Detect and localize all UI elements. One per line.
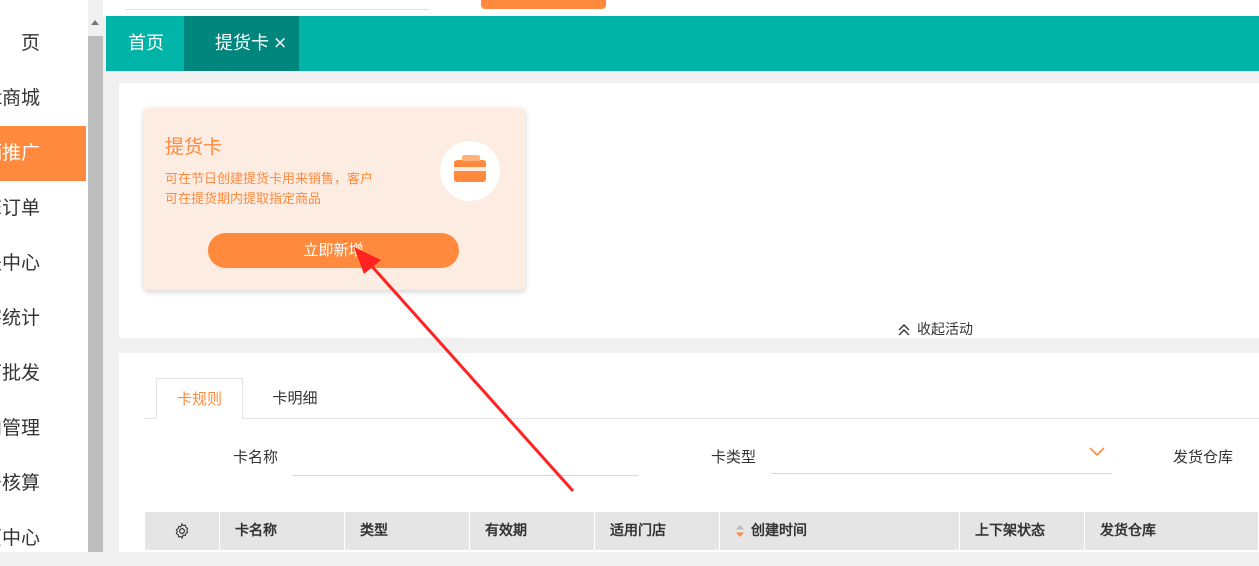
sidebar-item-label: 害统计: [0, 307, 40, 329]
sub-tabs: 卡规则 卡明细: [145, 378, 1259, 419]
activity-panel: 提货卡 可在节日创建提货卡用来销售，客户 可在提货期内提取指定商品 立即新增 收…: [119, 83, 1259, 338]
add-now-button[interactable]: 立即新增: [208, 233, 459, 268]
gear-icon[interactable]: [173, 522, 191, 540]
sidebar-item-stats[interactable]: 害统计: [0, 291, 86, 346]
sidebar-item-label: 号核算: [0, 472, 40, 494]
card-title: 提货卡: [165, 136, 223, 158]
column-settings[interactable]: [145, 512, 220, 550]
sidebar-item-label: 页中心: [0, 527, 40, 549]
sidebar-item-label: 向管理: [0, 417, 40, 439]
sidebar-scrollbar[interactable]: [88, 16, 103, 552]
chevron-down-icon[interactable]: [1089, 447, 1105, 457]
scroll-up-arrow-icon[interactable]: [91, 20, 99, 25]
sidebar-item-center2[interactable]: 页中心: [0, 511, 86, 566]
pickup-card-activity: 提货卡 可在节日创建提货卡用来销售，客户 可在提货期内提取指定商品 立即新增: [144, 108, 525, 290]
column-stores[interactable]: 适用门店: [595, 512, 720, 550]
column-type[interactable]: 类型: [345, 512, 470, 550]
card-name-input[interactable]: [293, 433, 638, 476]
sidebar-item-center[interactable]: 是中心: [0, 236, 86, 291]
scroll-thumb[interactable]: [88, 36, 103, 552]
sidebar-item-management[interactable]: 向管理: [0, 401, 86, 456]
card-description-line: 可在节日创建提货卡用来销售，客户: [165, 172, 374, 187]
sidebar-item-label: 是中心: [0, 252, 40, 274]
sidebar-item-label: E订单: [0, 197, 40, 219]
sidebar-item-label: t商城: [0, 87, 40, 109]
double-chevron-up-icon: [898, 324, 910, 336]
sidebar-item-label: 页: [20, 32, 40, 54]
tab-home[interactable]: 首页: [128, 16, 164, 71]
sidebar-top: [0, 0, 88, 16]
collapse-label: 收起活动: [917, 322, 973, 338]
tab-pickup-card[interactable]: 提货卡 ×: [184, 16, 299, 71]
card-icon: [440, 141, 500, 201]
tab-bar: 首页 提货卡 ×: [106, 16, 1259, 71]
top-header: [103, 0, 1259, 16]
sidebar-item-promotion[interactable]: 销推广: [0, 126, 86, 181]
card-description: 可在节日创建提货卡用来销售，客户 可在提货期内提取指定商品: [165, 170, 415, 210]
sidebar-item-mall[interactable]: t商城: [0, 71, 86, 126]
sidebar-item-label: 销推广: [0, 142, 40, 164]
search-input-underline[interactable]: [125, 9, 429, 10]
column-warehouse[interactable]: 发货仓库: [1085, 512, 1259, 550]
sidebar-item-orders[interactable]: E订单: [0, 181, 86, 236]
wallet-card-icon: [454, 155, 486, 182]
sidebar: 页 t商城 销推广 E订单 是中心 害统计 下批发 向管理 号核算 页中心: [0, 0, 88, 552]
sidebar-item-label: 下批发: [0, 362, 40, 384]
top-action-button[interactable]: [481, 0, 606, 9]
collapse-activity-toggle[interactable]: 收起活动: [897, 319, 973, 339]
filter-label-warehouse: 发货仓库: [1173, 448, 1234, 466]
sort-icon[interactable]: [735, 524, 745, 538]
tab-label: 提货卡: [215, 33, 269, 54]
tab-card-rules[interactable]: 卡规则: [156, 378, 243, 419]
sidebar-item-accounting[interactable]: 号核算: [0, 456, 86, 511]
sidebar-item-wholesale[interactable]: 下批发: [0, 346, 86, 401]
column-shelf-status[interactable]: 上下架状态: [960, 512, 1085, 550]
column-validity[interactable]: 有效期: [470, 512, 595, 550]
filter-label-card-name: 卡名称: [233, 448, 279, 466]
card-description-line: 可在提货期内提取指定商品: [165, 192, 322, 207]
rules-panel: 卡规则 卡明细 卡名称 卡类型 发货仓库 卡名称 类型 有效期 适用门店 创建时…: [119, 353, 1259, 552]
column-label: 创建时间: [751, 523, 807, 539]
tab-card-details[interactable]: 卡明细: [255, 378, 335, 418]
sidebar-item-home[interactable]: 页: [0, 16, 86, 71]
column-created-time[interactable]: 创建时间: [720, 512, 960, 550]
close-icon[interactable]: ×: [273, 16, 287, 71]
filter-label-card-type: 卡类型: [711, 448, 757, 466]
column-card-name[interactable]: 卡名称: [220, 512, 345, 550]
card-type-select[interactable]: [771, 433, 1112, 474]
table-header: 卡名称 类型 有效期 适用门店 创建时间 上下架状态 发货仓库: [145, 512, 1259, 550]
